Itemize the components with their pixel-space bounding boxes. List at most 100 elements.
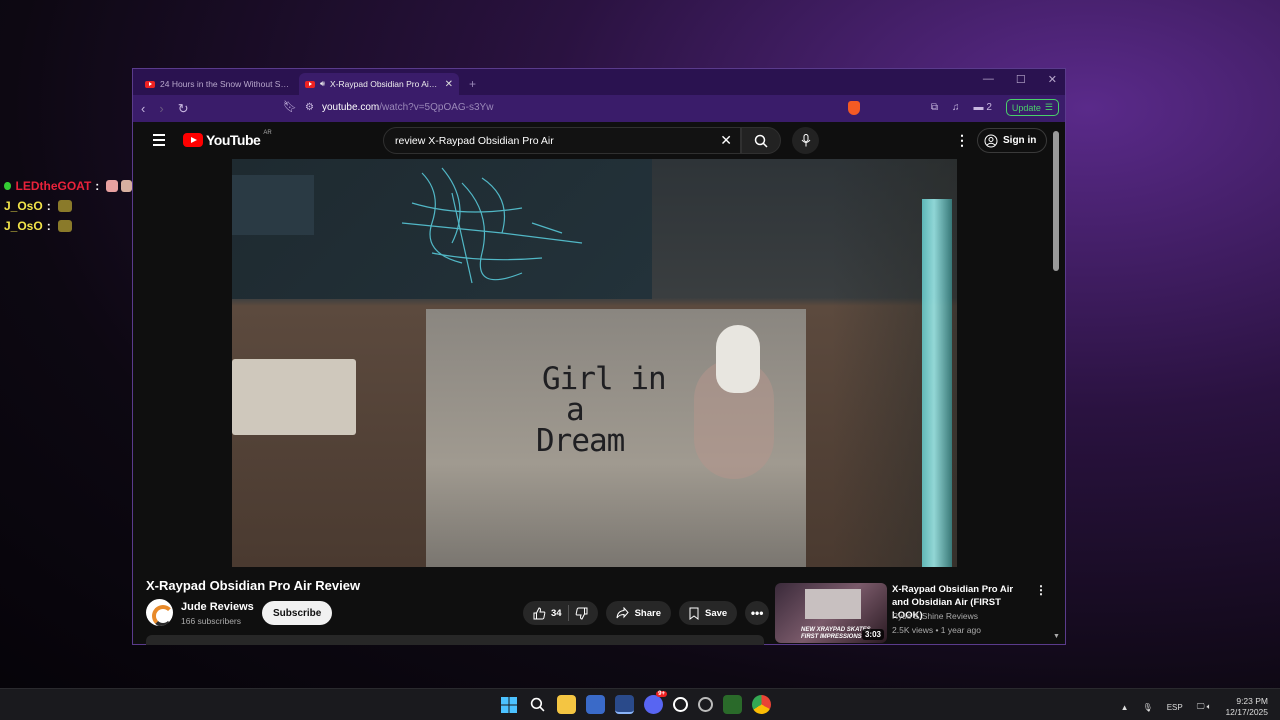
video-frame-monitor (232, 159, 652, 299)
update-label: Update (1011, 102, 1041, 113)
more-actions-button[interactable]: ••• (745, 601, 770, 625)
youtube-header: YouTube AR review X-Raypad Obsidian Pro … (133, 122, 1065, 158)
save-label: Save (704, 607, 728, 619)
url-host: youtube.com (321, 102, 380, 113)
youtube-logo[interactable]: YouTube AR (183, 130, 272, 148)
search-button[interactable] (741, 127, 781, 154)
video-frame-window-light (922, 199, 952, 567)
share-label: Share (634, 607, 661, 619)
recommended-thumbnail[interactable]: NEW XRAYPAD SKATES FIRST IMPRESSIONS 3:0… (775, 583, 887, 643)
start-windows-icon[interactable] (499, 695, 518, 714)
back-icon[interactable]: ‹ (141, 101, 145, 116)
tab-bar: 24 Hours in the Snow Without Shelter 🔊︎ … (133, 69, 1065, 95)
description-box[interactable] (146, 635, 764, 645)
scroll-down-icon[interactable]: ▼ (1053, 633, 1060, 640)
share-icon (616, 607, 629, 619)
chrome-icon[interactable] (752, 695, 771, 714)
clear-search-icon[interactable]: ✕ (720, 132, 732, 149)
bookmark-save-icon (689, 607, 699, 620)
tab-close-icon[interactable]: ✕ (445, 79, 453, 90)
microphone-tray-icon[interactable]: 🎙︎ (1143, 703, 1153, 712)
file-explorer-icon[interactable] (557, 695, 576, 714)
system-tray: ▲ 🎙︎ ESP 🖵︎ 🔈︎ 9:23 PM 12/17/2025 (1121, 696, 1268, 718)
emote-icon (57, 220, 72, 232)
recommended-channel[interactable]: Ryse & Shine Reviews (892, 611, 978, 621)
video-title: X-Raypad Obsidian Pro Air Review (146, 578, 361, 593)
bookmark-icon[interactable]: 🔖︎ (283, 100, 297, 113)
language-indicator[interactable]: ESP (1167, 703, 1183, 712)
date: 12/17/2025 (1225, 707, 1268, 717)
video-player[interactable]: Girl in a Dream (232, 159, 957, 567)
minimize-icon[interactable]: — (983, 73, 994, 86)
media-icon[interactable]: ♫ (952, 102, 960, 113)
reload-icon[interactable]: ↻ (178, 101, 189, 117)
url-field[interactable]: ⚙︎ youtube.com/watch?v=5QpOAG-s3Yw (305, 102, 493, 113)
recommended-video[interactable]: NEW XRAYPAD SKATES FIRST IMPRESSIONS 3:0… (775, 583, 1047, 643)
share-button[interactable]: Share (605, 601, 671, 625)
notification-badge: 9+ (656, 691, 667, 697)
search-taskbar-icon[interactable] (528, 695, 547, 714)
sign-in-button[interactable]: Sign in (977, 128, 1048, 153)
new-tab-button[interactable]: + (459, 77, 486, 95)
video-actions: 34 Share Save ••• (523, 601, 770, 625)
brave-browser-icon[interactable] (615, 695, 634, 714)
subscriber-count: 166 subscribers (181, 616, 242, 626)
brave-shields-icon[interactable] (848, 101, 860, 115)
like-count: 34 (551, 607, 562, 619)
thumbs-down-icon[interactable] (575, 607, 588, 620)
settings-more-icon[interactable]: ⋮ (955, 132, 969, 149)
voice-search-button[interactable] (792, 127, 819, 154)
search-query: review X-Raypad Obsidian Pro Air (395, 134, 554, 147)
discord-icon[interactable]: 9+ (644, 691, 667, 714)
sign-in-label: Sign in (1003, 135, 1037, 146)
tab-snow-video[interactable]: 24 Hours in the Snow Without Shelter (139, 73, 299, 95)
show-hidden-icons-icon[interactable]: ▲ (1121, 703, 1129, 712)
close-window-icon[interactable]: ✕ (1048, 73, 1057, 86)
save-button[interactable]: Save (678, 601, 738, 625)
wallet-icon[interactable]: ▬ 2 (974, 102, 992, 113)
windows-taskbar: 9+ ▲ 🎙︎ ESP 🖵︎ 🔈︎ 9:23 PM 12/17/2025 (0, 688, 1280, 720)
toolbar-right: ⧉ ♫ ▬ 2 Update ☰ (931, 99, 1059, 116)
recommended-more-icon[interactable]: ⋮ (1035, 583, 1047, 597)
chat-message: J_OsO : (4, 196, 132, 216)
wallet-count: 2 (986, 102, 992, 113)
site-settings-icon[interactable]: ⚙︎ (305, 102, 314, 113)
update-button[interactable]: Update ☰ (1005, 99, 1059, 116)
search-input[interactable]: review X-Raypad Obsidian Pro Air ✕ (383, 127, 741, 154)
mousepad-print-text: Girl in a Dream (536, 361, 667, 459)
video-frame-keyboard (232, 359, 356, 435)
audio-playing-icon[interactable]: 🔊︎ (320, 79, 325, 89)
chat-username: J_OsO (4, 199, 43, 213)
steam-icon[interactable] (673, 697, 688, 712)
address-bar: ‹ › ↻ 🔖︎ ⚙︎ youtube.com/watch?v=5QpOAG-s… (133, 95, 1065, 122)
store-icon[interactable] (586, 695, 605, 714)
nvidia-icon[interactable] (723, 695, 742, 714)
chat-message: J_OsO : (4, 216, 132, 236)
like-button[interactable]: 34 (533, 606, 562, 620)
hamburger-menu-icon[interactable] (153, 134, 165, 149)
browser-window: 24 Hours in the Snow Without Shelter 🔊︎ … (132, 68, 1066, 645)
channel-avatar[interactable] (146, 599, 173, 626)
subscribe-button[interactable]: Subscribe (262, 601, 333, 625)
obs-icon[interactable] (698, 697, 713, 712)
maximize-icon[interactable]: ☐ (1016, 73, 1026, 86)
chat-username: J_OsO (4, 219, 43, 233)
recommended-meta: 2.5K views • 1 year ago (892, 625, 981, 635)
video-frame-artwork (401, 167, 583, 284)
emote-icon (57, 200, 72, 212)
tab-raypad-review[interactable]: 🔊︎ X-Raypad Obsidian Pro Air Review ✕ (299, 73, 459, 95)
video-duration: 3:03 (861, 629, 884, 640)
youtube-favicon-icon (305, 80, 315, 88)
network-volume-icon[interactable]: 🖵︎ 🔈︎ (1197, 702, 1212, 712)
moderator-badge-icon (4, 182, 11, 190)
chat-message: LEDtheGOAT : (4, 176, 132, 196)
clock[interactable]: 9:23 PM 12/17/2025 (1225, 696, 1268, 718)
forward-icon[interactable]: › (159, 101, 163, 116)
taskbar-apps: 9+ (499, 691, 771, 714)
account-icon (984, 134, 998, 147)
search-icon (754, 134, 768, 148)
page-scrollbar[interactable] (1053, 131, 1059, 271)
youtube-play-icon (183, 133, 203, 147)
channel-name[interactable]: Jude Reviews (181, 601, 254, 613)
screenshot-icon[interactable]: ⧉ (931, 102, 938, 113)
